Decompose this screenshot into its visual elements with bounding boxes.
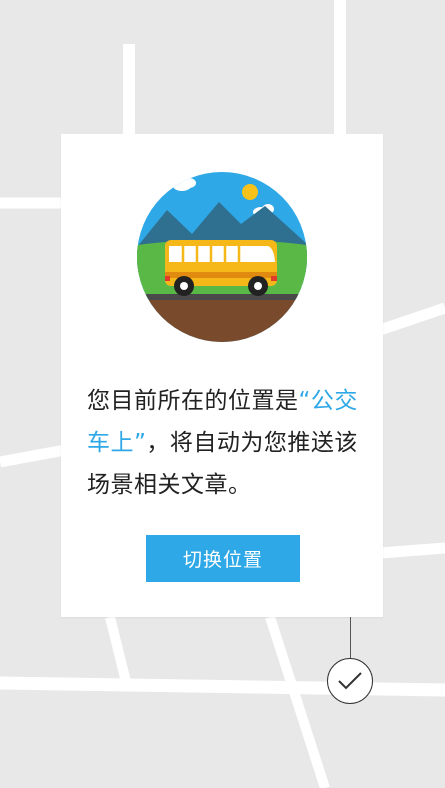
message-before: 您目前所在的位置是 bbox=[87, 388, 299, 414]
check-icon bbox=[338, 672, 362, 690]
connector-line bbox=[350, 617, 351, 659]
switch-location-button[interactable]: 切换位置 bbox=[146, 535, 300, 582]
confirm-button[interactable] bbox=[327, 658, 373, 704]
location-message: 您目前所在的位置是“公交车上”，将自动为您推送该场景相关文章。 bbox=[87, 380, 367, 506]
bus-icon bbox=[137, 172, 307, 342]
location-card: 您目前所在的位置是“公交车上”，将自动为您推送该场景相关文章。 切换位置 bbox=[61, 134, 383, 617]
